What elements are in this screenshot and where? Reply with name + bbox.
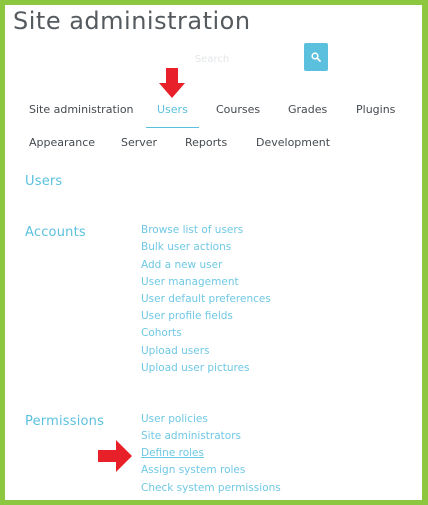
link-browse-list-of-users[interactable]: Browse list of users	[141, 223, 243, 237]
search-input[interactable]	[125, 45, 299, 73]
link-bulk-user-actions[interactable]: Bulk user actions	[141, 240, 231, 254]
tab-plugins[interactable]: Plugins	[356, 100, 395, 120]
link-assign-system-roles[interactable]: Assign system roles	[141, 463, 245, 477]
link-user-policies[interactable]: User policies	[141, 412, 208, 426]
tab-server[interactable]: Server	[121, 133, 157, 153]
link-user-profile-fields[interactable]: User profile fields	[141, 309, 233, 323]
tab-users[interactable]: Users	[157, 100, 188, 120]
search-icon	[311, 52, 321, 62]
link-check-system-permissions[interactable]: Check system permissions	[141, 481, 281, 495]
link-user-default-preferences[interactable]: User default preferences	[141, 292, 271, 306]
site-administration-panel: Site administration Site administration …	[5, 5, 422, 500]
tab-reports[interactable]: Reports	[185, 133, 227, 153]
right-arrow-icon	[98, 440, 132, 472]
link-cohorts[interactable]: Cohorts	[141, 326, 182, 340]
page-title: Site administration	[13, 7, 251, 35]
accounts-heading[interactable]: Accounts	[25, 224, 86, 242]
tab-appearance[interactable]: Appearance	[29, 133, 95, 153]
permissions-heading[interactable]: Permissions	[25, 413, 104, 431]
down-arrow-icon	[159, 68, 185, 98]
link-site-administrators[interactable]: Site administrators	[141, 429, 241, 443]
tab-site-administration[interactable]: Site administration	[29, 100, 134, 120]
tab-grades[interactable]: Grades	[288, 100, 327, 120]
active-tab-indicator	[146, 127, 199, 128]
link-upload-user-pictures[interactable]: Upload user pictures	[141, 361, 250, 375]
tab-courses[interactable]: Courses	[216, 100, 260, 120]
link-define-roles[interactable]: Define roles	[141, 446, 204, 460]
users-section-heading[interactable]: Users	[25, 173, 62, 191]
search-button[interactable]	[304, 43, 328, 71]
link-upload-users[interactable]: Upload users	[141, 344, 210, 358]
link-add-a-new-user[interactable]: Add a new user	[141, 258, 222, 272]
link-user-management[interactable]: User management	[141, 275, 239, 289]
tab-development[interactable]: Development	[256, 133, 330, 153]
